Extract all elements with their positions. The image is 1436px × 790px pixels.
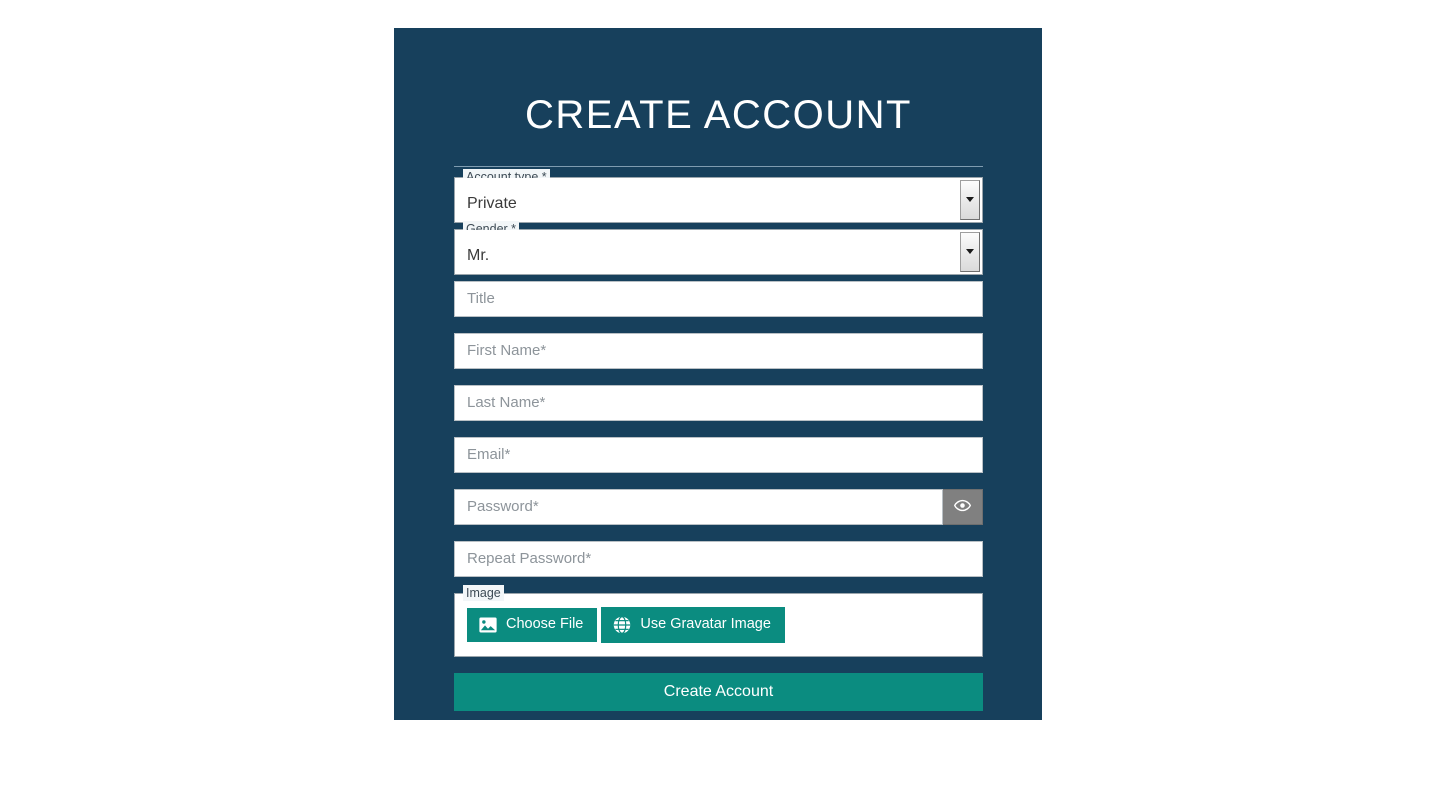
gender-selected-value: Mr. <box>467 246 490 264</box>
email-input[interactable] <box>454 436 983 473</box>
page-title: CREATE ACCOUNT <box>525 92 912 137</box>
create-account-form: Account type * Private Gender * Mr. Titl… <box>454 167 983 711</box>
account-type-fieldset: Account type * Private <box>454 168 983 223</box>
choose-file-label: Choose File <box>506 616 584 633</box>
create-account-submit-button[interactable]: Create Account <box>454 672 983 711</box>
password-input[interactable] <box>454 488 943 525</box>
globe-icon <box>613 615 631 634</box>
image-fieldset: Image Choose File Use Gravatar Image <box>454 584 983 657</box>
create-account-panel: CREATE ACCOUNT Account type * Private Ge… <box>394 28 1042 720</box>
use-gravatar-image-label: Use Gravatar Image <box>640 616 771 633</box>
password-row <box>454 488 983 525</box>
first-name-input[interactable] <box>454 332 983 369</box>
image-label: Image <box>463 584 504 601</box>
gender-select[interactable]: Mr. <box>455 229 982 274</box>
choose-file-button[interactable]: Choose File <box>467 607 598 642</box>
repeat-password-input[interactable] <box>454 540 983 577</box>
chevron-down-icon[interactable] <box>960 231 980 272</box>
last-name-input[interactable] <box>454 384 983 421</box>
image-buttons-row: Choose File Use Gravatar Image <box>455 594 982 643</box>
title-input[interactable] <box>454 280 983 317</box>
chevron-down-icon[interactable] <box>960 179 980 220</box>
image-icon <box>479 617 497 633</box>
eye-icon <box>953 497 972 517</box>
use-gravatar-image-button[interactable]: Use Gravatar Image <box>601 606 785 643</box>
gender-fieldset: Gender * Mr. <box>454 220 983 275</box>
page-root: CREATE ACCOUNT Account type * Private Ge… <box>0 0 1436 790</box>
toggle-password-visibility-button[interactable] <box>943 488 983 525</box>
account-type-selected-value: Private <box>467 194 517 212</box>
account-type-select[interactable]: Private <box>455 177 982 222</box>
panel-content: CREATE ACCOUNT Account type * Private Ge… <box>454 28 983 711</box>
